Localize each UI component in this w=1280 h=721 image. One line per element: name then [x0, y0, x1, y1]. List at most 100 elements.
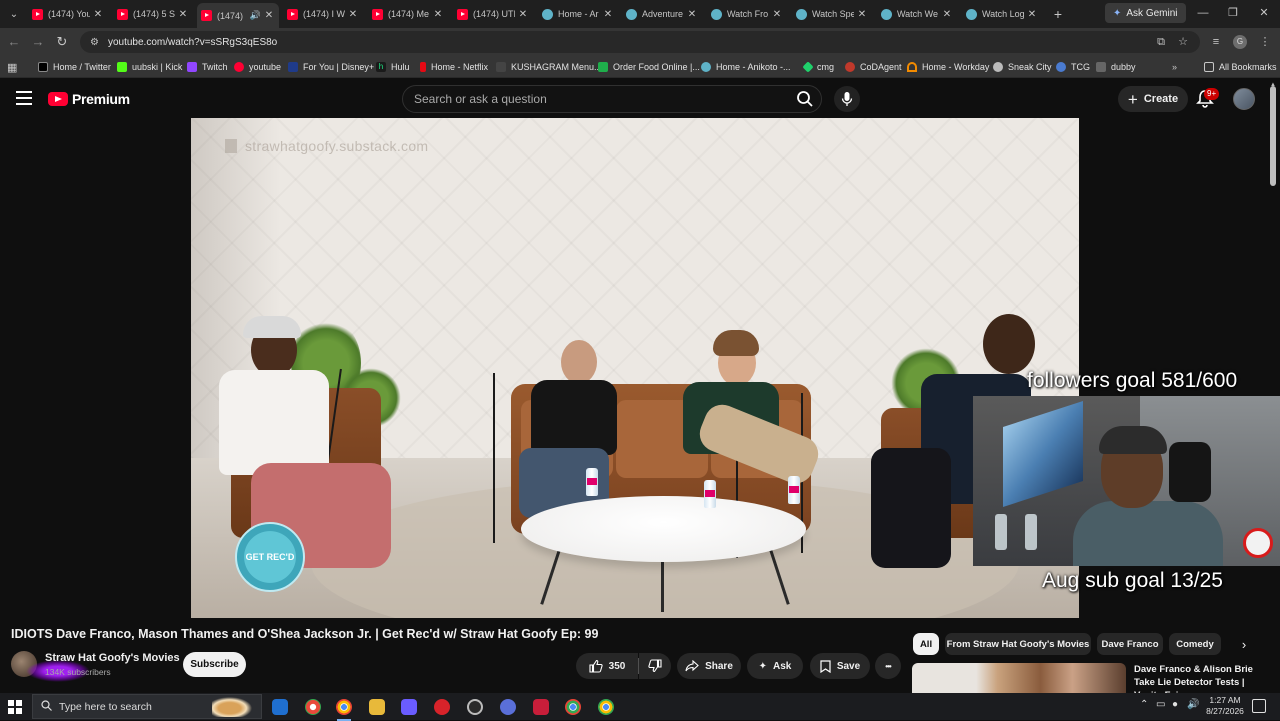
forward-arrow-icon[interactable]: →: [28, 32, 48, 52]
browser-tab[interactable]: Watch Fro ✕: [707, 3, 787, 25]
close-tab-icon[interactable]: ✕: [941, 9, 953, 20]
taskbar-app[interactable]: [366, 696, 388, 718]
bookmark-item[interactable]: TCG: [1056, 59, 1090, 75]
browser-tab[interactable]: (1474) 5 St ✕: [113, 3, 193, 25]
close-tab-icon[interactable]: ✕: [602, 9, 614, 20]
video-player[interactable]: strawhatgoofy.substack.com GET REC'D: [191, 118, 1079, 618]
close-tab-icon[interactable]: ✕: [263, 10, 275, 21]
youtube-premium-logo[interactable]: Premium: [48, 91, 130, 107]
taskbar-app[interactable]: [398, 696, 420, 718]
browser-tab[interactable]: Adventure ✕: [622, 3, 702, 25]
taskbar-app[interactable]: [269, 696, 291, 718]
close-tab-icon[interactable]: ✕: [92, 9, 104, 20]
install-app-icon[interactable]: ⧉: [1151, 32, 1171, 52]
bookmark-item[interactable]: Home / Twitter: [38, 59, 111, 75]
bookmark-star-icon[interactable]: ☆: [1173, 32, 1193, 52]
bookmark-item[interactable]: youtube: [234, 59, 281, 75]
notification-center-icon[interactable]: [1252, 699, 1266, 713]
browser-tab[interactable]: Watch Spe ✕: [792, 3, 872, 25]
share-button[interactable]: Share: [677, 653, 741, 679]
voice-search-button[interactable]: [834, 86, 860, 112]
create-button[interactable]: + Create: [1118, 86, 1188, 112]
close-tab-icon[interactable]: ✕: [177, 9, 189, 20]
browser-tab[interactable]: Watch We ✕: [877, 3, 957, 25]
recommended-video-title[interactable]: Dave Franco & Alison Brie Take Lie Detec…: [1134, 663, 1262, 693]
close-tab-icon[interactable]: ✕: [1026, 9, 1038, 20]
close-tab-icon[interactable]: ✕: [347, 9, 359, 20]
chip-comedy[interactable]: Comedy: [1169, 633, 1221, 655]
windows-start-icon[interactable]: [8, 700, 22, 714]
bookmark-item[interactable]: Order Food Online |...: [598, 59, 700, 75]
more-bookmarks-chevron-icon[interactable]: »: [1172, 59, 1177, 75]
browser-tab[interactable]: (1474) UTI ✕: [453, 3, 533, 25]
mic-tray-icon[interactable]: ●: [1172, 699, 1178, 710]
volume-icon[interactable]: 🔊: [1187, 699, 1199, 710]
browser-tab[interactable]: Watch Log ✕: [962, 3, 1042, 25]
taskbar-app[interactable]: [562, 696, 584, 718]
bookmark-item[interactable]: h Hulu: [376, 59, 410, 75]
bookmark-item[interactable]: Twitch: [187, 59, 228, 75]
recommended-video-thumbnail[interactable]: [912, 663, 1126, 693]
profile-avatar[interactable]: G: [1233, 35, 1247, 49]
taskbar-app[interactable]: [431, 696, 453, 718]
minimize-icon[interactable]: —: [1193, 5, 1213, 21]
subscribe-button[interactable]: Subscribe: [183, 652, 246, 677]
close-window-icon[interactable]: ✕: [1254, 5, 1274, 21]
close-tab-icon[interactable]: ✕: [771, 9, 783, 20]
close-tab-icon[interactable]: ✕: [432, 9, 444, 20]
bookmark-item[interactable]: For You | Disney+: [288, 59, 374, 75]
browser-tab[interactable]: (1474) Me ✕: [368, 3, 448, 25]
taskbar-app[interactable]: [464, 696, 486, 718]
bookmark-item[interactable]: Sneak City: [993, 59, 1052, 75]
chip-all[interactable]: All: [913, 633, 939, 655]
browser-tab[interactable]: (1474) I W ✕: [283, 3, 363, 25]
chip-dave-franco[interactable]: Dave Franco: [1097, 633, 1163, 655]
network-icon[interactable]: ▭: [1156, 699, 1165, 710]
taskbar-app[interactable]: [497, 696, 519, 718]
media-controls-icon[interactable]: ≡: [1206, 32, 1226, 52]
search-button[interactable]: [792, 87, 818, 111]
hamburger-menu-icon[interactable]: [16, 91, 32, 105]
bookmark-item[interactable]: Home - Workday: [907, 59, 989, 75]
all-bookmarks-button[interactable]: All Bookmarks: [1204, 59, 1277, 75]
close-tab-icon[interactable]: ✕: [856, 9, 868, 20]
taskbar-app[interactable]: [302, 696, 324, 718]
taskbar-clock[interactable]: 1:27 AM 8/27/2026: [1203, 695, 1247, 717]
ask-button[interactable]: ✦ Ask: [747, 653, 803, 679]
taskbar-app[interactable]: [595, 696, 617, 718]
audio-playing-icon[interactable]: 🔊: [250, 10, 261, 21]
dislike-button[interactable]: [639, 653, 671, 679]
new-tab-button[interactable]: +: [1048, 4, 1068, 24]
browser-tab-active[interactable]: (1474) 🔊 ✕: [197, 3, 279, 28]
taskbar-app[interactable]: [530, 696, 552, 718]
close-tab-icon[interactable]: ✕: [517, 9, 529, 20]
save-button[interactable]: Save: [810, 653, 870, 679]
back-arrow-icon[interactable]: ←: [4, 32, 24, 52]
browser-tab[interactable]: (1474) You ✕: [28, 3, 108, 25]
restore-icon[interactable]: ❐: [1223, 5, 1243, 21]
tab-search-button[interactable]: ⌄: [4, 4, 24, 24]
address-bar[interactable]: ⚙ youtube.com/watch?v=sSRgS3qES8o: [80, 31, 1200, 53]
close-tab-icon[interactable]: ✕: [686, 9, 698, 20]
reload-icon[interactable]: ↻: [52, 32, 72, 52]
apps-grid-icon[interactable]: ▦: [7, 59, 17, 75]
page-scrollbar[interactable]: [1270, 86, 1276, 186]
chip-from-channel[interactable]: From Straw Hat Goofy's Movies: [945, 633, 1091, 655]
taskbar-app-active[interactable]: [333, 696, 355, 721]
ask-gemini-button[interactable]: ✦ Ask Gemini: [1105, 3, 1186, 23]
bookmark-item[interactable]: KUSHAGRAM Menu...: [496, 59, 602, 75]
bookmark-item[interactable]: Home - Anikoto -...: [701, 59, 791, 75]
browser-tab[interactable]: Home - Ar ✕: [538, 3, 618, 25]
like-button[interactable]: 350: [576, 653, 638, 679]
bookmark-item[interactable]: dubby: [1096, 59, 1136, 75]
search-input[interactable]: Search or ask a question: [402, 85, 822, 113]
bookmark-item[interactable]: uubski | Kick: [117, 59, 182, 75]
site-info-icon[interactable]: ⚙: [90, 37, 99, 48]
bookmark-item[interactable]: Home - Netflix: [420, 59, 488, 75]
channel-name[interactable]: Straw Hat Goofy's Movies: [45, 652, 180, 664]
tray-chevron-up-icon[interactable]: ⌃: [1140, 699, 1148, 710]
chevron-right-icon[interactable]: ›: [1234, 634, 1254, 656]
account-avatar[interactable]: [1233, 88, 1255, 110]
bookmark-item[interactable]: CoDAgent: [845, 59, 902, 75]
more-actions-button[interactable]: •••: [875, 653, 901, 679]
